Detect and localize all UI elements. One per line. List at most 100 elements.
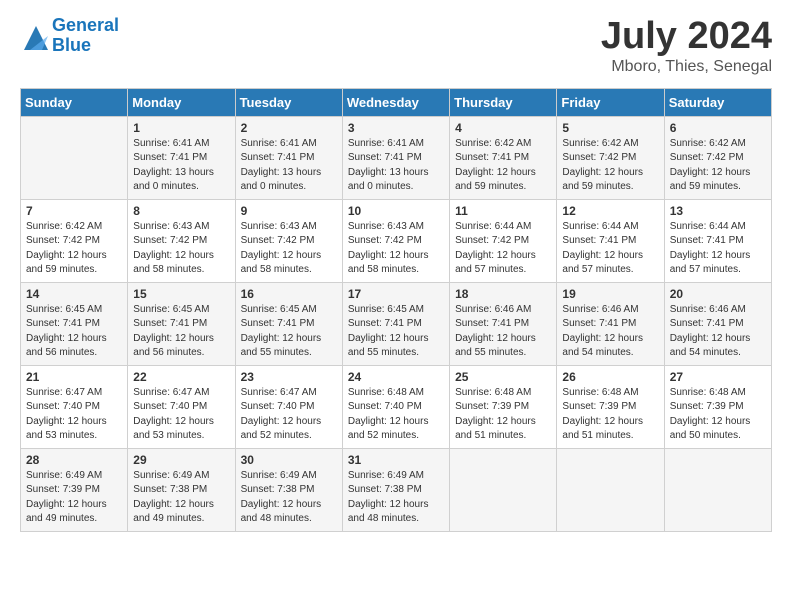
cell-info: Sunrise: 6:46 AMSunset: 7:41 PMDaylight:… [455, 303, 551, 361]
calendar-cell: 2 Sunrise: 6:41 AMSunset: 7:41 PMDaylight… [235, 116, 342, 199]
day-number: 10 [348, 204, 444, 218]
day-number: 26 [562, 370, 658, 384]
calendar-week-row: 1 Sunrise: 6:41 AMSunset: 7:41 PMDaylight… [21, 116, 772, 199]
cell-info: Sunrise: 6:43 AMSunset: 7:42 PMDaylight:… [241, 220, 337, 278]
calendar-cell: 23 Sunrise: 6:47 AMSunset: 7:40 PMDayligh… [235, 365, 342, 448]
cell-info: Sunrise: 6:48 AMSunset: 7:39 PMDaylight:… [670, 386, 766, 444]
cell-info: Sunrise: 6:46 AMSunset: 7:41 PMDaylight:… [670, 303, 766, 361]
cell-info: Sunrise: 6:45 AMSunset: 7:41 PMDaylight:… [348, 303, 444, 361]
cell-info: Sunrise: 6:47 AMSunset: 7:40 PMDaylight:… [26, 386, 122, 444]
day-number: 5 [562, 121, 658, 135]
day-number: 2 [241, 121, 337, 135]
day-number: 25 [455, 370, 551, 384]
day-number: 1 [133, 121, 229, 135]
calendar-cell [664, 448, 771, 531]
cell-info: Sunrise: 6:46 AMSunset: 7:41 PMDaylight:… [562, 303, 658, 361]
cell-info: Sunrise: 6:42 AMSunset: 7:42 PMDaylight:… [670, 137, 766, 195]
cell-info: Sunrise: 6:41 AMSunset: 7:41 PMDaylight:… [348, 137, 444, 195]
cell-info: Sunrise: 6:48 AMSunset: 7:40 PMDaylight:… [348, 386, 444, 444]
cell-info: Sunrise: 6:44 AMSunset: 7:41 PMDaylight:… [670, 220, 766, 278]
cell-info: Sunrise: 6:42 AMSunset: 7:41 PMDaylight:… [455, 137, 551, 195]
calendar-cell: 24Sunrise: 6:48 AMSunset: 7:40 PMDayligh… [342, 365, 449, 448]
calendar-week-row: 28 Sunrise: 6:49 AMSunset: 7:39 PMDayligh… [21, 448, 772, 531]
cell-info: Sunrise: 6:47 AMSunset: 7:40 PMDaylight:… [133, 386, 229, 444]
calendar-cell [557, 448, 664, 531]
calendar-week-row: 14Sunrise: 6:45 AMSunset: 7:41 PMDayligh… [21, 282, 772, 365]
calendar-cell: 14Sunrise: 6:45 AMSunset: 7:41 PMDayligh… [21, 282, 128, 365]
calendar-cell: 16 Sunrise: 6:45 AMSunset: 7:41 PMDayligh… [235, 282, 342, 365]
day-number: 22 [133, 370, 229, 384]
day-number: 28 [26, 453, 122, 467]
day-number: 19 [562, 287, 658, 301]
calendar-cell: 12 Sunrise: 6:44 AMSunset: 7:41 PMDayligh… [557, 199, 664, 282]
calendar-cell: 5 Sunrise: 6:42 AMSunset: 7:42 PMDaylight… [557, 116, 664, 199]
calendar-header-row: Sunday Monday Tuesday Wednesday Thursday… [21, 88, 772, 116]
calendar-table: Sunday Monday Tuesday Wednesday Thursday… [20, 88, 772, 532]
calendar-cell: 13 Sunrise: 6:44 AMSunset: 7:41 PMDayligh… [664, 199, 771, 282]
calendar-cell: 1Sunrise: 6:41 AMSunset: 7:41 PMDaylight… [128, 116, 235, 199]
calendar-cell: 20 Sunrise: 6:46 AMSunset: 7:41 PMDayligh… [664, 282, 771, 365]
logo-icon [20, 22, 48, 50]
day-number: 31 [348, 453, 444, 467]
cell-info: Sunrise: 6:42 AMSunset: 7:42 PMDaylight:… [26, 220, 122, 278]
col-tuesday: Tuesday [235, 88, 342, 116]
calendar-cell: 11 Sunrise: 6:44 AMSunset: 7:42 PMDayligh… [450, 199, 557, 282]
calendar-cell: 17 Sunrise: 6:45 AMSunset: 7:41 PMDayligh… [342, 282, 449, 365]
calendar-cell: 7 Sunrise: 6:42 AMSunset: 7:42 PMDaylight… [21, 199, 128, 282]
cell-info: Sunrise: 6:48 AMSunset: 7:39 PMDaylight:… [455, 386, 551, 444]
day-number: 7 [26, 204, 122, 218]
calendar-title: July 2024 [601, 16, 772, 58]
calendar-cell: 29 Sunrise: 6:49 AMSunset: 7:38 PMDayligh… [128, 448, 235, 531]
calendar-cell: 15 Sunrise: 6:45 AMSunset: 7:41 PMDayligh… [128, 282, 235, 365]
col-saturday: Saturday [664, 88, 771, 116]
cell-info: Sunrise: 6:44 AMSunset: 7:42 PMDaylight:… [455, 220, 551, 278]
day-number: 13 [670, 204, 766, 218]
cell-info: Sunrise: 6:43 AMSunset: 7:42 PMDaylight:… [133, 220, 229, 278]
calendar-cell: 31 Sunrise: 6:49 AMSunset: 7:38 PMDayligh… [342, 448, 449, 531]
day-number: 4 [455, 121, 551, 135]
logo-text: GeneralBlue [52, 16, 119, 56]
day-number: 12 [562, 204, 658, 218]
calendar-week-row: 7 Sunrise: 6:42 AMSunset: 7:42 PMDaylight… [21, 199, 772, 282]
cell-info: Sunrise: 6:45 AMSunset: 7:41 PMDaylight:… [26, 303, 122, 361]
col-friday: Friday [557, 88, 664, 116]
cell-info: Sunrise: 6:41 AMSunset: 7:41 PMDaylight:… [241, 137, 337, 195]
day-number: 29 [133, 453, 229, 467]
col-monday: Monday [128, 88, 235, 116]
title-block: July 2024 Mboro, Thies, Senegal [601, 16, 772, 76]
day-number: 6 [670, 121, 766, 135]
calendar-cell: 25 Sunrise: 6:48 AMSunset: 7:39 PMDayligh… [450, 365, 557, 448]
cell-info: Sunrise: 6:49 AMSunset: 7:38 PMDaylight:… [348, 469, 444, 527]
logo: GeneralBlue [20, 16, 119, 56]
calendar-cell: 9 Sunrise: 6:43 AMSunset: 7:42 PMDaylight… [235, 199, 342, 282]
col-thursday: Thursday [450, 88, 557, 116]
cell-info: Sunrise: 6:47 AMSunset: 7:40 PMDaylight:… [241, 386, 337, 444]
calendar-cell: 21 Sunrise: 6:47 AMSunset: 7:40 PMDayligh… [21, 365, 128, 448]
cell-info: Sunrise: 6:42 AMSunset: 7:42 PMDaylight:… [562, 137, 658, 195]
header: GeneralBlue July 2024 Mboro, Thies, Sene… [20, 16, 772, 76]
cell-info: Sunrise: 6:49 AMSunset: 7:38 PMDaylight:… [241, 469, 337, 527]
cell-info: Sunrise: 6:44 AMSunset: 7:41 PMDaylight:… [562, 220, 658, 278]
day-number: 15 [133, 287, 229, 301]
cell-info: Sunrise: 6:49 AMSunset: 7:39 PMDaylight:… [26, 469, 122, 527]
calendar-cell [21, 116, 128, 199]
cell-info: Sunrise: 6:49 AMSunset: 7:38 PMDaylight:… [133, 469, 229, 527]
day-number: 11 [455, 204, 551, 218]
calendar-cell: 28 Sunrise: 6:49 AMSunset: 7:39 PMDayligh… [21, 448, 128, 531]
day-number: 23 [241, 370, 337, 384]
day-number: 30 [241, 453, 337, 467]
day-number: 17 [348, 287, 444, 301]
calendar-cell: 30 Sunrise: 6:49 AMSunset: 7:38 PMDayligh… [235, 448, 342, 531]
day-number: 21 [26, 370, 122, 384]
calendar-cell: 18Sunrise: 6:46 AMSunset: 7:41 PMDayligh… [450, 282, 557, 365]
cell-info: Sunrise: 6:45 AMSunset: 7:41 PMDaylight:… [241, 303, 337, 361]
calendar-cell: 4 Sunrise: 6:42 AMSunset: 7:41 PMDaylight… [450, 116, 557, 199]
day-number: 9 [241, 204, 337, 218]
day-number: 20 [670, 287, 766, 301]
calendar-week-row: 21 Sunrise: 6:47 AMSunset: 7:40 PMDayligh… [21, 365, 772, 448]
col-sunday: Sunday [21, 88, 128, 116]
day-number: 16 [241, 287, 337, 301]
calendar-container: GeneralBlue July 2024 Mboro, Thies, Sene… [0, 0, 792, 552]
day-number: 27 [670, 370, 766, 384]
cell-info: Sunrise: 6:45 AMSunset: 7:41 PMDaylight:… [133, 303, 229, 361]
